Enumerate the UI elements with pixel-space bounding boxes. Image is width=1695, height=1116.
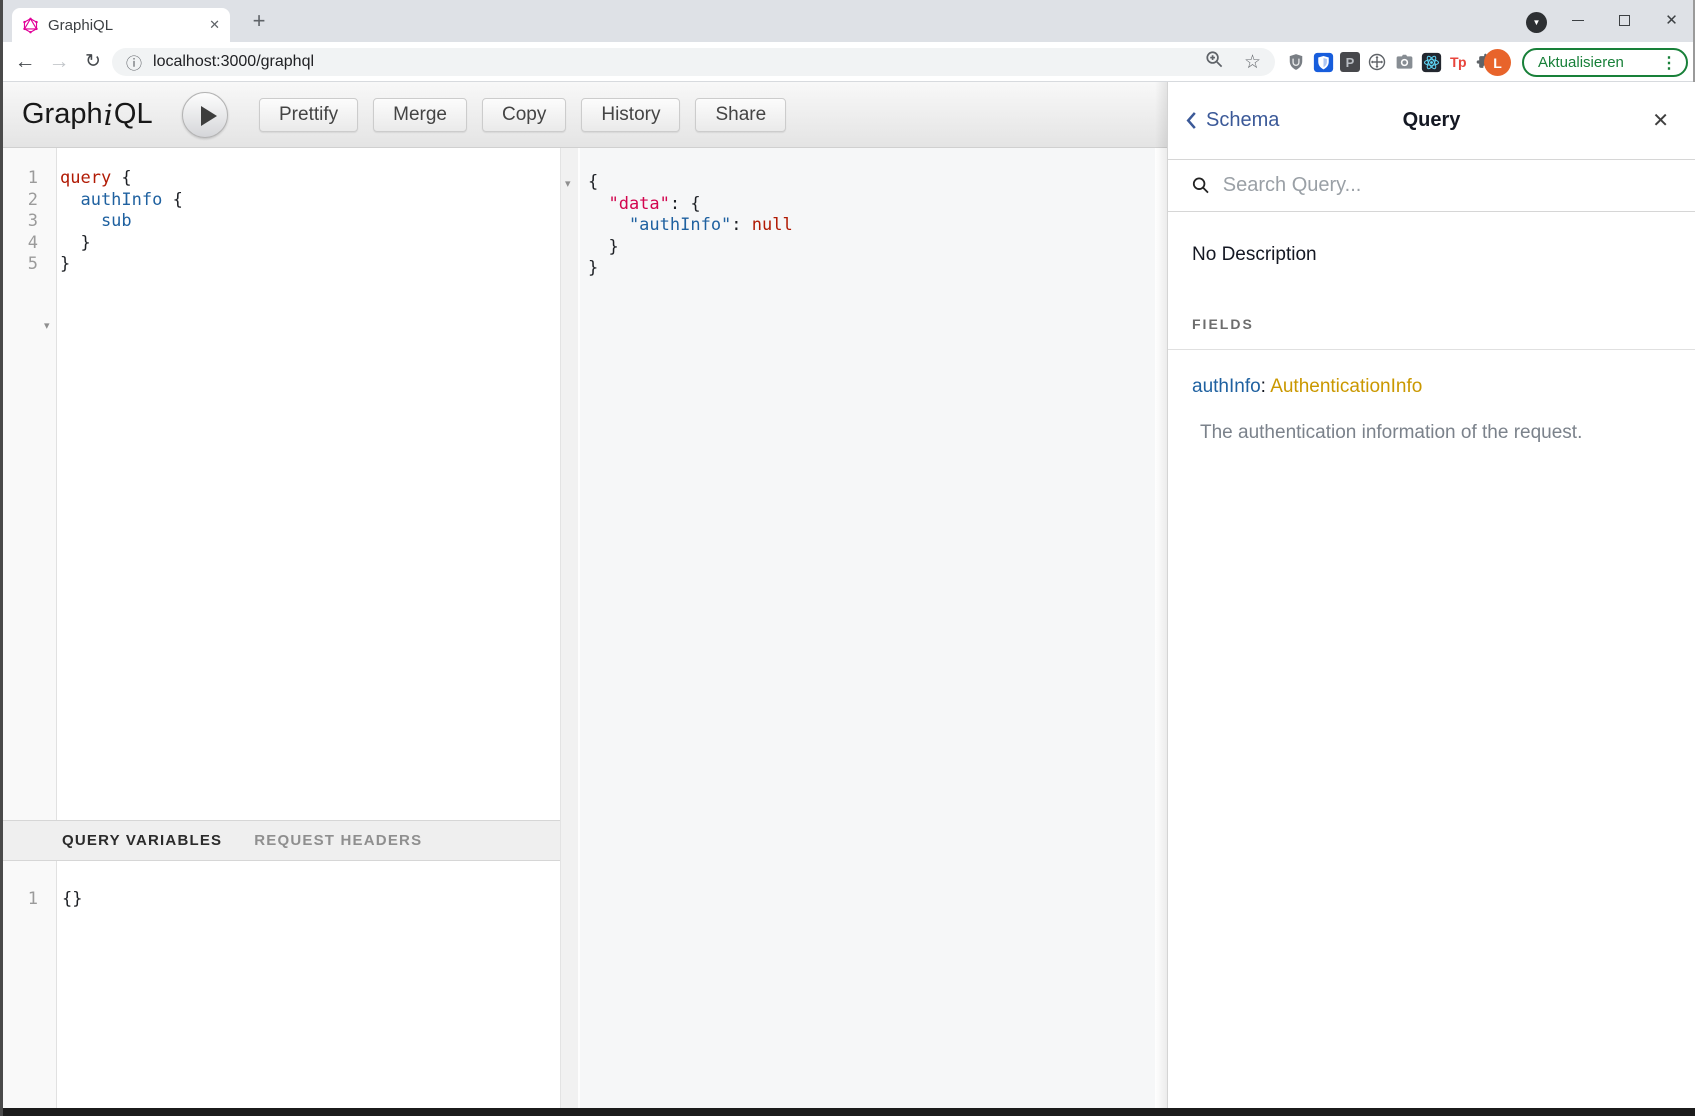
docs-header: Schema Query ✕ xyxy=(1168,82,1695,160)
field-type-link[interactable]: AuthenticationInfo xyxy=(1270,376,1422,397)
browser-menu-kebab-icon[interactable]: ⋮ xyxy=(1661,53,1677,73)
maximize-button[interactable] xyxy=(1601,0,1648,40)
tab-request-headers[interactable]: REQUEST HEADERS xyxy=(254,832,422,849)
tab-strip: GraphiQL ✕ + ▼ ✕ xyxy=(0,0,1695,42)
omnibox-actions: ☆ xyxy=(1205,50,1261,74)
move-tool-extension-icon[interactable] xyxy=(1365,50,1389,74)
update-button-label: Aktualisieren xyxy=(1538,54,1661,71)
variables-editor[interactable]: 1 {} xyxy=(0,861,560,1108)
prettify-button[interactable]: Prettify xyxy=(259,98,358,132)
tab-query-variables[interactable]: QUERY VARIABLES xyxy=(62,832,222,849)
merge-button[interactable]: Merge xyxy=(373,98,467,132)
ublock-extension-icon[interactable] xyxy=(1284,50,1308,74)
p-extension-label: P xyxy=(1340,52,1360,72)
docs-close-icon[interactable]: ✕ xyxy=(1652,108,1669,133)
logo-text-post: QL xyxy=(114,98,153,131)
share-button[interactable]: Share xyxy=(695,98,786,132)
docs-search-row xyxy=(1168,160,1695,212)
forward-button[interactable]: → xyxy=(42,42,76,81)
search-icon xyxy=(1192,176,1210,195)
react-devtools-extension-icon[interactable] xyxy=(1419,50,1443,74)
field-description: The authentication information of the re… xyxy=(1192,422,1671,444)
response-viewer: { "data": { "authInfo": null }} xyxy=(580,148,1155,1108)
copy-button[interactable]: Copy xyxy=(482,98,566,132)
fields-heading: FIELDS xyxy=(1168,316,1695,350)
graphiql-topbar: GraphiQL Prettify Merge Copy History Sha… xyxy=(0,82,1167,148)
response-code: { "data": { "authInfo": null }} xyxy=(588,172,793,280)
field-row: authInfo: AuthenticationInfo xyxy=(1192,376,1671,398)
new-tab-button[interactable]: + xyxy=(244,6,274,36)
browser-window: GraphiQL ✕ + ▼ ✕ ← → ↻ ⓘ localhost:3000/… xyxy=(0,0,1695,1116)
field-separator: : xyxy=(1261,376,1266,397)
bitwarden-extension-icon[interactable] xyxy=(1311,50,1335,74)
docs-body: No Description FIELDS authInfo: Authenti… xyxy=(1168,212,1695,444)
zoom-page-icon[interactable] xyxy=(1205,50,1224,74)
variables-editor-gutter: 1 xyxy=(0,861,57,1108)
tampermonkey-label: Tp xyxy=(1450,54,1466,70)
query-editor[interactable]: 12345 ▾ query { authInfo { sub }} xyxy=(0,148,560,820)
query-editor-gutter: 12345 xyxy=(0,148,57,820)
browser-toolbar: ← → ↻ ⓘ localhost:3000/graphql ☆ xyxy=(0,42,1695,82)
screenshot-camera-extension-icon[interactable] xyxy=(1392,50,1416,74)
logo-text-i: i xyxy=(104,98,113,132)
extensions-row: P Tp xyxy=(1284,46,1497,78)
logo-text-pre: Graph xyxy=(22,98,103,131)
play-icon xyxy=(201,106,217,126)
taskbar-edge xyxy=(0,1108,1695,1116)
reload-button[interactable]: ↻ xyxy=(76,42,110,81)
page-info-icon[interactable]: ⓘ xyxy=(126,50,142,74)
minimize-icon xyxy=(1572,20,1584,21)
back-button[interactable]: ← xyxy=(8,42,42,81)
variables-code[interactable]: {} xyxy=(62,889,82,911)
fold-arrow-icon[interactable]: ▾ xyxy=(44,319,50,332)
tab-close-icon[interactable]: ✕ xyxy=(209,17,220,33)
type-description: No Description xyxy=(1192,244,1671,266)
tampermonkey-extension-icon[interactable]: Tp xyxy=(1446,50,1470,74)
docs-title: Query xyxy=(1168,109,1695,132)
browser-tab[interactable]: GraphiQL ✕ xyxy=(12,8,230,42)
query-line-numbers: 12345 xyxy=(0,168,38,276)
docs-panel-shadow xyxy=(1155,82,1167,1108)
bookmark-star-icon[interactable]: ☆ xyxy=(1244,51,1261,74)
execute-query-button[interactable] xyxy=(182,92,228,138)
window-controls: ✕ xyxy=(1554,0,1695,40)
window-left-edge xyxy=(0,0,3,1116)
minimize-button[interactable] xyxy=(1554,0,1601,40)
query-code[interactable]: query { authInfo { sub }} xyxy=(60,168,183,276)
close-window-button[interactable]: ✕ xyxy=(1648,0,1695,40)
url-text[interactable]: localhost:3000/graphql xyxy=(153,53,1205,71)
maximize-icon xyxy=(1619,15,1630,26)
docs-search-input[interactable] xyxy=(1223,174,1671,197)
p-extension-icon[interactable]: P xyxy=(1338,50,1362,74)
close-icon: ✕ xyxy=(1665,11,1678,29)
variables-line-number: 1 xyxy=(0,889,38,911)
fold-arrow-icon[interactable]: ▾ xyxy=(565,177,571,190)
history-button[interactable]: History xyxy=(581,98,680,132)
toolbar-buttons: Prettify Merge Copy History Share xyxy=(259,98,786,132)
graphiql-logo: GraphiQL xyxy=(22,82,153,147)
graphql-favicon-icon xyxy=(22,17,39,34)
pane-divider[interactable] xyxy=(560,148,580,1108)
profile-avatar[interactable]: L xyxy=(1484,49,1511,76)
documentation-explorer: Schema Query ✕ No Description FIELDS aut… xyxy=(1167,82,1695,1108)
field-name-link[interactable]: authInfo xyxy=(1192,376,1261,397)
tab-title: GraphiQL xyxy=(48,17,209,34)
chevron-down-badge-icon[interactable]: ▼ xyxy=(1526,12,1547,33)
address-bar[interactable]: ⓘ localhost:3000/graphql ☆ xyxy=(112,48,1275,76)
update-browser-button[interactable]: Aktualisieren ⋮ xyxy=(1522,48,1688,77)
variables-title-bar: QUERY VARIABLES REQUEST HEADERS xyxy=(0,820,560,861)
